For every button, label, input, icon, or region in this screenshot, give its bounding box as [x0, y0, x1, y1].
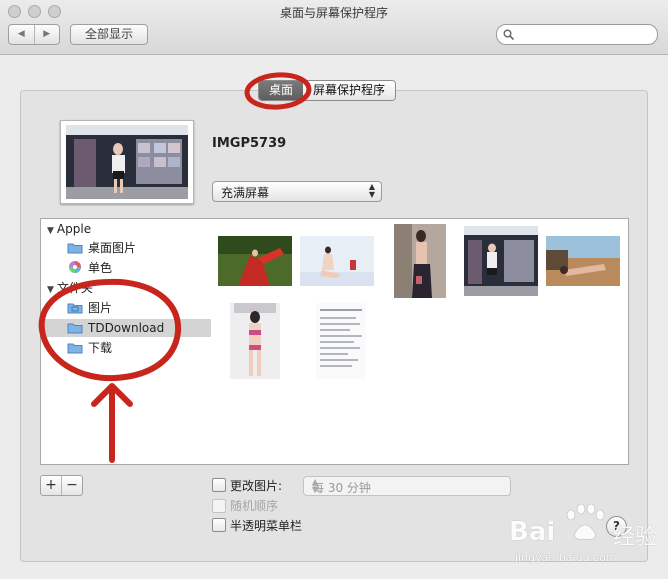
sidebar-item-solid-colors[interactable]: 单色 — [67, 259, 112, 277]
forward-button[interactable]: ▶ — [35, 25, 60, 44]
change-picture-checkbox[interactable] — [212, 478, 226, 492]
updown-arrows-icon: ▲ ▼ — [368, 182, 375, 199]
disclosure-open-icon[interactable]: ▼ — [47, 285, 54, 295]
desktop-preview — [60, 120, 194, 204]
pictures-folder-icon — [67, 303, 83, 314]
watermark-brand: Bai — [509, 517, 556, 547]
wallpaper-thumbnail[interactable] — [300, 236, 374, 286]
image-name: IMGP5739 — [212, 136, 287, 151]
group-folders[interactable]: ▼ 文件夹 — [47, 279, 93, 297]
folder-icon — [67, 243, 83, 254]
watermark-url: jingyan.baidu.com — [515, 551, 617, 564]
wallpaper-thumbnail[interactable] — [464, 226, 538, 296]
nav-buttons: ◀ ▶ — [8, 24, 60, 45]
folder-icon — [67, 323, 83, 334]
interval-popup[interactable]: 每 30 分钟 ▲ ▼ — [303, 476, 511, 496]
change-picture-label: 更改图片: — [230, 479, 283, 493]
wallpaper-thumbnail[interactable] — [394, 224, 446, 298]
wallpaper-thumbnail[interactable] — [230, 303, 280, 379]
translucent-menubar-checkbox[interactable] — [212, 518, 226, 532]
wallpaper-thumbnail[interactable] — [316, 303, 366, 379]
color-wheel-icon — [69, 261, 81, 273]
wallpaper-thumbnail[interactable] — [218, 236, 292, 286]
sidebar-item-pictures[interactable]: 图片 — [67, 299, 112, 317]
group-apple[interactable]: ▼ Apple — [47, 220, 91, 238]
window-titlebar: 桌面与屏幕保护程序 ◀ ▶ 全部显示 — [0, 0, 668, 55]
search-field[interactable] — [496, 24, 658, 45]
tab-control: 桌面 屏幕保护程序 — [258, 80, 397, 101]
baidu-watermark: Bai 经验 jingyan.baidu.com — [505, 497, 665, 575]
watermark-suffix: 经验 — [613, 525, 658, 550]
search-icon — [503, 29, 514, 40]
fit-option-value: 充满屏幕 — [221, 186, 270, 200]
sidebar-item-desktop-pictures[interactable]: 桌面图片 — [67, 239, 136, 257]
tab-screensaver[interactable]: 屏幕保护程序 — [303, 81, 396, 100]
preview-image — [66, 125, 188, 199]
window-title: 桌面与屏幕保护程序 — [279, 6, 388, 20]
add-folder-button[interactable]: + — [41, 476, 62, 495]
sidebar-item-downloads[interactable]: 下载 — [67, 339, 112, 357]
disclosure-open-icon[interactable]: ▼ — [47, 226, 54, 236]
remove-folder-button[interactable]: − — [62, 476, 82, 495]
wallpaper-thumbnail[interactable] — [546, 236, 620, 286]
add-remove-buttons: + − — [40, 475, 83, 496]
source-list: ▼ Apple 桌面图片 单色 ▼ 文件夹 图片 TDDownload 下载 — [40, 218, 213, 465]
back-button[interactable]: ◀ — [9, 25, 35, 44]
show-all-button[interactable]: 全部显示 — [70, 24, 148, 45]
translucent-menubar-label: 半透明菜单栏 — [230, 519, 303, 533]
sidebar-item-tddownload[interactable]: TDDownload — [67, 319, 164, 337]
updown-arrows-icon: ▲ ▼ — [312, 477, 319, 494]
random-order-label: 随机顺序 — [230, 499, 279, 513]
tab-desktop[interactable]: 桌面 — [259, 81, 304, 100]
folder-icon — [67, 343, 83, 354]
fit-option-popup[interactable]: 充满屏幕 ▲ ▼ — [212, 181, 382, 202]
random-order-checkbox[interactable] — [212, 499, 226, 513]
